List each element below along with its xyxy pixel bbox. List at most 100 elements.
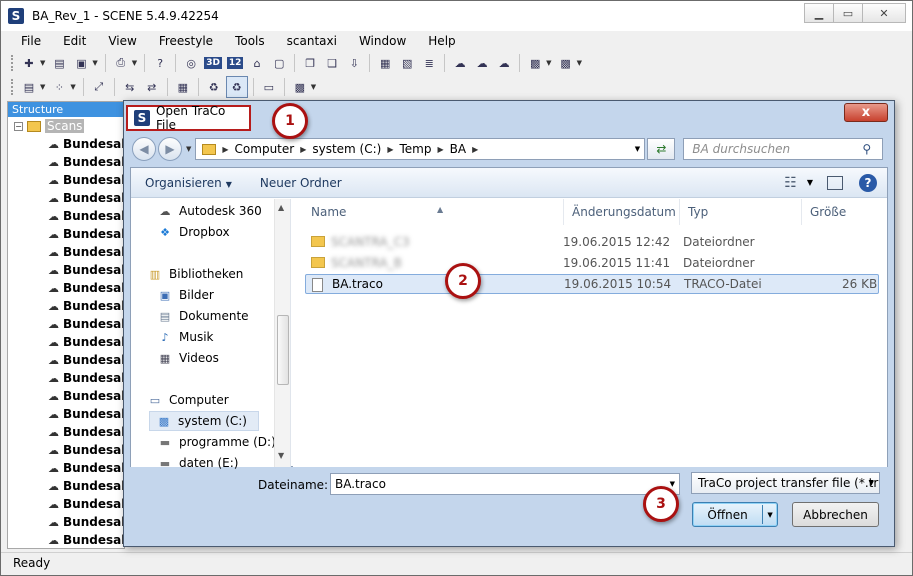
tree-scan-item[interactable]: ☁ Bundesall [8, 279, 124, 297]
collapse-icon[interactable]: − [14, 121, 23, 131]
preview-pane-icon[interactable] [827, 175, 843, 190]
print-icon[interactable]: ⎙ [111, 54, 131, 72]
process-icon[interactable]: ≣ [419, 54, 439, 72]
recent-locations-dropdown[interactable]: ▼ [186, 145, 191, 153]
tree-scan-item[interactable]: ☁ Bundesall [8, 261, 124, 279]
scan-settings-icon[interactable]: ▩ [525, 54, 545, 72]
import-icon[interactable]: ⇩ [344, 54, 364, 72]
tree-scan-item[interactable]: ☁ Bundesall [8, 405, 124, 423]
tree-scan-item[interactable]: ☁ Bundesall [8, 495, 124, 513]
tree-scan-item[interactable]: ☁ Bundesall [8, 459, 124, 477]
tree-scan-item[interactable]: ☁ Bundesall [8, 333, 124, 351]
view-options-icon[interactable]: ☷ [784, 175, 797, 191]
menu-scantaxi[interactable]: scantaxi [276, 34, 348, 48]
scroll-up-arrow[interactable]: ▲ [278, 203, 284, 212]
search-icon[interactable]: ⚲ [862, 142, 882, 156]
column-header-name[interactable]: Name ▲ [303, 199, 563, 225]
tree-scan-item[interactable]: ☁ Bundesall [8, 441, 124, 459]
breadcrumb-item[interactable]: system (C:) [312, 142, 381, 156]
breadcrumb-item[interactable]: BA [450, 142, 466, 156]
tree-scan-item[interactable]: ☁ Bundesall [8, 297, 124, 315]
tree-scan-item[interactable]: ☁ Bundesall [8, 423, 124, 441]
tree-scan-item[interactable]: ☁ Bundesall [8, 315, 124, 333]
tree-scan-item[interactable]: ☁ Bundesall [8, 387, 124, 405]
nav-scrollbar[interactable]: ▲ ▼ [274, 199, 290, 467]
address-bar[interactable]: ▶ Computer ▶ system (C:) ▶ Temp ▶ BA ▶ ▼ [195, 138, 646, 160]
nav-scroll-thumb[interactable] [277, 315, 289, 385]
toolbar-grip[interactable] [11, 55, 14, 71]
tree-scan-item[interactable]: ☁ Bundesall [8, 477, 124, 495]
tree-scan-item[interactable]: ☁ Bundesall [8, 225, 124, 243]
column-header-date[interactable]: Änderungsdatum [563, 199, 679, 225]
toolbar-grip[interactable] [11, 79, 14, 95]
open-project-icon[interactable]: ▤ [49, 54, 69, 72]
tree-scan-item[interactable]: ☁ Bundesall [8, 531, 124, 548]
new-project-icon[interactable]: ✚ [19, 54, 39, 72]
menu-window[interactable]: Window [348, 34, 417, 48]
scroll-down-arrow[interactable]: ▼ [278, 451, 284, 460]
menu-help[interactable]: Help [417, 34, 466, 48]
view-box-icon[interactable]: ▢ [269, 54, 289, 72]
cancel-button[interactable]: Abbrechen [792, 502, 879, 527]
refresh-button[interactable]: ⇄ [647, 138, 676, 160]
report-icon[interactable]: ▦ [375, 54, 395, 72]
copy-icon[interactable]: ❐ [300, 54, 320, 72]
nav-item-bilder[interactable]: ▣ Bilder [157, 285, 214, 305]
breadcrumb-separator[interactable]: ▶ [387, 145, 393, 154]
breadcrumb-separator[interactable]: ▶ [222, 145, 228, 154]
keyboard-icon[interactable]: ▭ [259, 78, 279, 96]
breadcrumb-separator[interactable]: ▶ [300, 145, 306, 154]
tree-root-scans[interactable]: − Scans [8, 117, 124, 135]
menu-edit[interactable]: Edit [52, 34, 97, 48]
cloud-sync-icon[interactable]: ☁ [472, 54, 492, 72]
tree-scan-item[interactable]: ☁ Bundesall [8, 135, 124, 153]
file-row[interactable]: BA.traco 19.06.2015 10:54 TRACO-Datei 26 KB [305, 274, 879, 294]
search-box[interactable]: BA durchsuchen ⚲ [683, 138, 884, 160]
nav-item-computer[interactable]: ▭ Computer [147, 390, 229, 410]
grid-icon[interactable]: ▦ [173, 78, 193, 96]
forward-button[interactable]: ▶ [158, 137, 182, 161]
nav-item-system-c[interactable]: ▩ system (C:) [149, 411, 259, 431]
menu-freestyle[interactable]: Freestyle [148, 34, 224, 48]
address-dropdown[interactable]: ▼ [630, 145, 644, 153]
minimize-button[interactable]: ▁ [804, 3, 834, 23]
cloud-remove-icon[interactable]: ☁ [494, 54, 514, 72]
help-icon[interactable]: ? [859, 173, 877, 192]
nav-item-videos[interactable]: ▦ Videos [157, 348, 219, 368]
measure-icon[interactable]: ⤢ [89, 78, 109, 96]
register-icon[interactable]: ⇆ [120, 78, 140, 96]
back-button[interactable]: ◀ [132, 137, 156, 161]
open-options-dropdown[interactable]: ▼ [763, 511, 777, 519]
tree-scan-item[interactable]: ☁ Bundesall [8, 171, 124, 189]
tree-scan-item[interactable]: ☁ Bundesall [8, 351, 124, 369]
layout-icon[interactable]: ▤ [19, 78, 39, 96]
breadcrumb-item[interactable]: Computer [235, 142, 295, 156]
tree-scan-item[interactable]: ☁ Bundesall [8, 207, 124, 225]
nav-item-musik[interactable]: ♪ Musik [157, 327, 213, 347]
nav-item-dokumente[interactable]: ▤ Dokumente [157, 306, 249, 326]
menu-view[interactable]: View [97, 34, 147, 48]
traco-export-icon[interactable]: ♻ [204, 78, 224, 96]
nav-item-programme-d[interactable]: ▬ programme (D:) [157, 432, 276, 452]
help-icon[interactable]: ? [150, 54, 170, 72]
tree-scan-item[interactable]: ☁ Bundesall [8, 513, 124, 531]
view-12-button[interactable]: 12 [225, 54, 245, 72]
search-input[interactable]: BA durchsuchen [692, 142, 862, 156]
home-view-icon[interactable]: ⌂ [247, 54, 267, 72]
points-icon[interactable]: ⁘ [49, 78, 69, 96]
breadcrumb-separator[interactable]: ▶ [472, 145, 478, 154]
new-folder-button[interactable]: Neuer Ordner [246, 176, 356, 190]
traco-import-icon[interactable]: ♻ [225, 76, 248, 98]
menu-tools[interactable]: Tools [224, 34, 276, 48]
file-type-filter[interactable]: TraCo project transfer file (*.tra ▼ [691, 472, 880, 494]
quick-view-icon[interactable]: ◎ [181, 54, 201, 72]
organize-menu[interactable]: Organisieren ▼ [131, 176, 246, 190]
nav-item-autodesk-360[interactable]: ☁ Autodesk 360 [157, 201, 262, 221]
tree-scan-item[interactable]: ☁ Bundesall [8, 369, 124, 387]
open-button[interactable]: Öffnen ▼ [692, 502, 778, 527]
column-header-type[interactable]: Typ [679, 199, 801, 225]
menu-file[interactable]: File [1, 34, 52, 48]
breadcrumb-separator[interactable]: ▶ [437, 145, 443, 154]
filter-dropdown-arrow[interactable]: ▼ [869, 473, 874, 493]
dialog-close-button[interactable]: x [844, 103, 888, 122]
